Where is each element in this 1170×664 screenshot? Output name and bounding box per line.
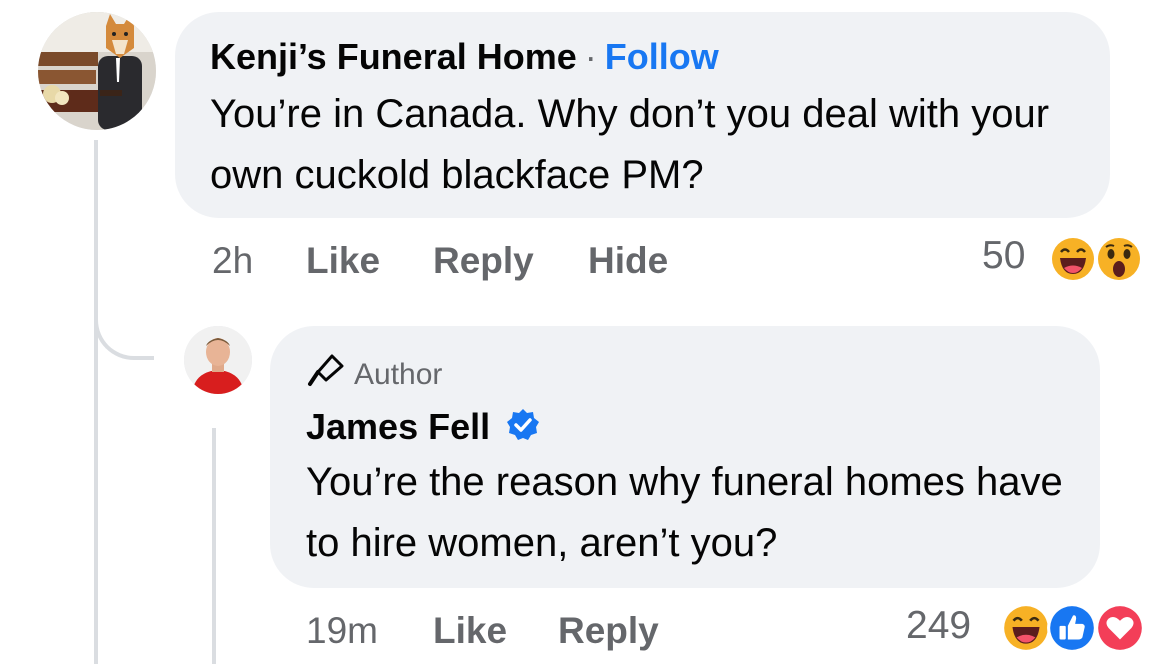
comment-text: You’re in Canada. Why don’t you deal wit…: [210, 92, 1050, 197]
follow-button[interactable]: Follow: [605, 36, 719, 77]
haha-icon: [1048, 234, 1098, 284]
reply-button[interactable]: Reply: [433, 240, 534, 282]
reply-text: You’re the reason why funeral homes have…: [306, 460, 1063, 565]
love-icon: [1094, 602, 1146, 654]
thread-connector-curve: [94, 300, 154, 360]
hide-button[interactable]: Hide: [588, 240, 668, 282]
like-icon: [1046, 602, 1098, 654]
reply-reaction-count[interactable]: 249: [906, 604, 971, 648]
comment-timestamp[interactable]: 2h: [212, 240, 253, 282]
reply-timestamp[interactable]: 19m: [306, 610, 378, 652]
funeral-photo-image: [38, 12, 156, 130]
comment-reaction-count[interactable]: 50: [982, 234, 1025, 278]
reply-like-button[interactable]: Like: [433, 610, 507, 652]
header-separator: ·: [584, 36, 597, 77]
thread-line-main: [94, 140, 98, 664]
verified-badge-icon: [506, 408, 540, 451]
comment-author-name[interactable]: Kenji’s Funeral Home: [210, 36, 577, 77]
profile-photo-image: [184, 326, 252, 394]
reply-actions: 19m Like Reply: [0, 610, 1170, 654]
reply-reply-button[interactable]: Reply: [558, 610, 659, 652]
avatar-james-fell[interactable]: [184, 326, 252, 394]
like-button[interactable]: Like: [306, 240, 380, 282]
comment-header: Kenji’s Funeral Home · Follow: [210, 36, 719, 78]
haha-icon: [1000, 602, 1052, 654]
wow-icon: [1094, 234, 1144, 284]
reply-header: James Fell: [306, 406, 540, 451]
reply-author-name[interactable]: James Fell: [306, 406, 490, 447]
microphone-icon: [306, 354, 344, 396]
avatar-kenjis-funeral-home[interactable]: [38, 12, 156, 130]
author-badge: Author: [306, 354, 442, 396]
author-badge-label: Author: [354, 358, 443, 391]
